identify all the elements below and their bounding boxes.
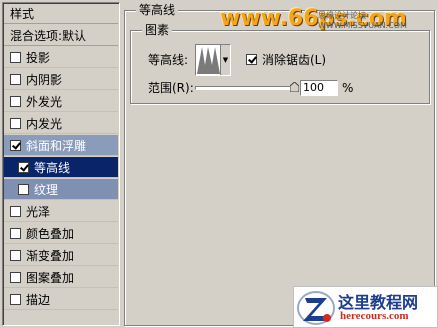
style-item-inner-glow[interactable]: 内发光 [4,113,118,134]
slider-thumb-icon[interactable] [289,82,299,92]
chevron-down-icon: ▼ [222,56,229,64]
elements-group-title: 图素 [142,23,173,37]
style-item-satin[interactable]: 光泽 [4,201,118,222]
contour-curve-icon [197,47,220,74]
style-item-label: 光泽 [26,204,51,219]
range-unit: % [342,81,354,95]
gradient-overlay-checkbox[interactable] [10,249,21,261]
layer-styles-list: 样式 混合选项:默认 投影 内阴影 外发光 内发光 斜面和浮雕 等高线 纹理 光… [2,2,120,326]
inner-glow-checkbox[interactable] [10,117,21,129]
contour-section-title: 等高线 [136,3,179,17]
style-item-outer-glow[interactable]: 外发光 [4,91,118,112]
texture-checkbox[interactable] [18,183,29,195]
contour-preview[interactable] [196,45,220,75]
contour-checkbox[interactable] [18,161,29,173]
style-item-texture[interactable]: 纹理 [4,179,118,200]
antialias-checkbox[interactable] [246,54,257,65]
style-item-label: 图案叠加 [26,270,75,285]
style-item-label: 渐变叠加 [26,248,75,263]
style-item-contour[interactable]: 等高线 [4,157,118,178]
style-item-pattern-overlay[interactable]: 图案叠加 [4,267,118,288]
inner-shadow-checkbox[interactable] [10,73,21,85]
contour-picker[interactable]: ▼ [195,44,231,76]
style-item-label: 内阴影 [26,72,63,87]
logo-english-text: herecours.com [340,310,409,322]
satin-checkbox[interactable] [10,205,21,217]
style-item-bevel-emboss[interactable]: 斜面和浮雕 [4,135,118,156]
style-item-label: 内发光 [26,116,63,131]
style-item-color-overlay[interactable]: 颜色叠加 [4,223,118,244]
style-item-drop-shadow[interactable]: 投影 [4,47,118,68]
bevel-emboss-checkbox[interactable] [10,139,21,151]
contour-dropdown-button[interactable]: ▼ [220,45,230,75]
style-item-label: 投影 [26,50,51,65]
style-item-label: 外发光 [26,94,63,109]
style-item-gradient-overlay[interactable]: 渐变叠加 [4,245,118,266]
site-logo: 这里教程网 herecours.com [293,286,438,328]
blending-options-label: 混合选项:默认 [10,28,87,43]
forum-watermark: 思缘设计论坛 WWW.MISSVUAN.COM [318,11,407,30]
style-item-label: 斜面和浮雕 [26,138,87,153]
style-item-inner-shadow[interactable]: 内阴影 [4,69,118,90]
style-item-label: 描边 [26,292,51,307]
contour-label: 等高线: [148,53,189,67]
stroke-checkbox[interactable] [10,293,21,305]
styles-list-header[interactable]: 样式 [4,3,118,24]
style-item-label: 颜色叠加 [26,226,75,241]
style-item-label: 等高线 [34,160,71,175]
antialias-label[interactable]: 消除锯齿(L) [262,52,326,68]
logo-mark-icon [297,291,335,325]
range-value-input[interactable]: 100 [300,80,338,96]
blending-options-item[interactable]: 混合选项:默认 [4,25,118,46]
styles-header-label: 样式 [10,6,35,21]
drop-shadow-checkbox[interactable] [10,51,21,63]
style-item-stroke[interactable]: 描边 [4,289,118,310]
range-label: 范围(R): [148,81,194,95]
pattern-overlay-checkbox[interactable] [10,271,21,283]
style-item-label: 纹理 [34,182,59,197]
range-slider[interactable] [195,82,299,92]
outer-glow-checkbox[interactable] [10,95,21,107]
color-overlay-checkbox[interactable] [10,227,21,239]
